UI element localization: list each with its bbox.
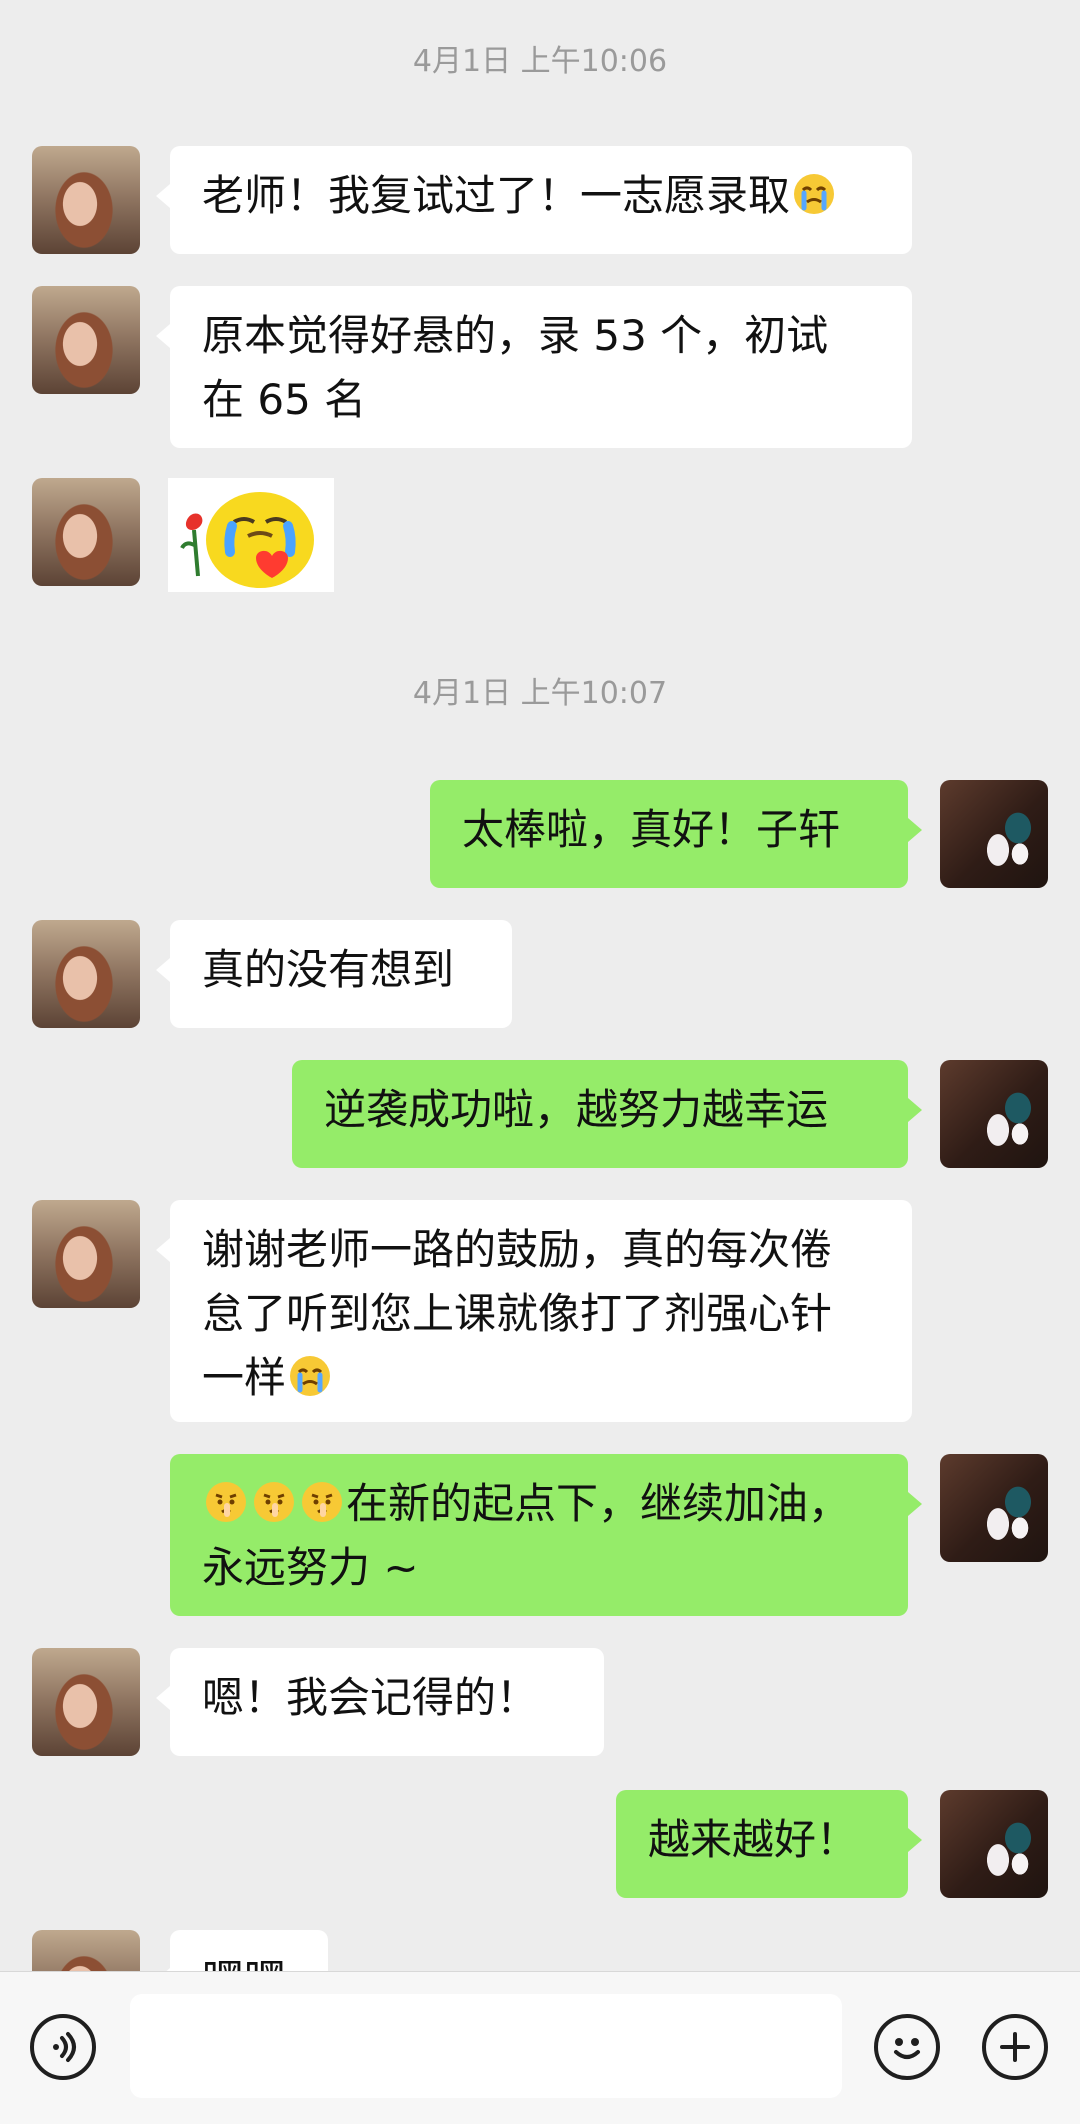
avatar-student[interactable] — [32, 286, 140, 394]
message-text: 越来越好！ — [648, 1815, 859, 1864]
avatar-student[interactable] — [32, 1200, 140, 1308]
message-line: 怠了听到您上课就像打了剂强心针 — [202, 1289, 833, 1338]
message-text: 真的没有想到 — [202, 945, 455, 994]
message-text: 嗯！我会记得的！ — [202, 1673, 539, 1722]
crying-duck-sticker[interactable] — [168, 478, 334, 592]
message-line: 在 65 名 — [202, 375, 367, 424]
avatar-teacher[interactable] — [940, 780, 1048, 888]
message-bubble-incoming[interactable]: 真的没有想到 — [156, 920, 512, 1028]
avatar-teacher[interactable] — [940, 1790, 1048, 1898]
avatar-student[interactable] — [32, 1648, 140, 1756]
message-bubble-outgoing[interactable]: 太棒啦，真好！子轩 — [430, 780, 922, 888]
message-bubble-incoming[interactable]: 嘿嘿 — [156, 1930, 328, 1971]
message-text: 嘿嘿 — [202, 1955, 286, 1971]
bottom-input-bar — [0, 1971, 1080, 2124]
avatar-student[interactable] — [32, 920, 140, 1028]
message-line: 原本觉得好悬的，录 53 个，初试 — [202, 311, 829, 360]
emoji-icon[interactable] — [874, 2014, 940, 2080]
message-input[interactable] — [130, 1994, 842, 2098]
crying-face-emoji-icon — [792, 170, 836, 214]
avatar-teacher[interactable] — [940, 1454, 1048, 1562]
message-text: 一样 — [202, 1353, 287, 1402]
message-text: 逆袭成功啦，越努力越幸运 — [324, 1085, 829, 1134]
message-bubble-incoming[interactable]: 老师！我复试过了！一志愿录取 — [156, 146, 912, 254]
message-line: 谢谢老师一路的鼓励，真的每次倦 — [202, 1225, 833, 1274]
shushing-face-emoji-icon — [252, 1478, 296, 1522]
avatar-student[interactable] — [32, 478, 140, 586]
shushing-face-emoji-icon — [204, 1478, 248, 1522]
avatar-teacher[interactable] — [940, 1060, 1048, 1168]
message-bubble-outgoing[interactable]: 在新的起点下，继续加油， 永远努力 ~ — [170, 1454, 922, 1616]
crying-face-emoji-icon — [288, 1352, 332, 1396]
message-bubble-incoming[interactable]: 原本觉得好悬的，录 53 个，初试 在 65 名 — [156, 286, 912, 448]
voice-icon[interactable] — [30, 2014, 96, 2080]
shushing-face-emoji-icon — [300, 1478, 344, 1522]
message-line: 永远努力 ~ — [202, 1543, 419, 1592]
avatar-student[interactable] — [32, 1930, 140, 1971]
timestamp-1: 4月1日 上午10:06 — [412, 44, 668, 79]
chat-area: 4月1日 上午10:06 老师！我复试过了！一志愿录取 原本觉得好悬的，录 53… — [0, 0, 1080, 1971]
timestamp-2: 4月1日 上午10:07 — [412, 676, 668, 711]
message-bubble-outgoing[interactable]: 越来越好！ — [616, 1790, 922, 1898]
avatar-student[interactable] — [32, 146, 140, 254]
plus-icon[interactable] — [982, 2014, 1048, 2080]
message-line-with-emojis: 在新的起点下，继续加油， — [202, 1472, 876, 1536]
message-text: 老师！我复试过了！一志愿录取 — [202, 171, 791, 220]
message-text: 在新的起点下，继续加油， — [346, 1479, 851, 1528]
message-text: 太棒啦，真好！子轩 — [462, 805, 841, 854]
message-bubble-incoming[interactable]: 嗯！我会记得的！ — [156, 1648, 604, 1756]
message-bubble-incoming[interactable]: 谢谢老师一路的鼓励，真的每次倦 怠了听到您上课就像打了剂强心针 一样 — [156, 1200, 912, 1422]
message-bubble-outgoing[interactable]: 逆袭成功啦，越努力越幸运 — [292, 1060, 922, 1168]
message-line-with-emoji: 一样 — [202, 1346, 880, 1410]
